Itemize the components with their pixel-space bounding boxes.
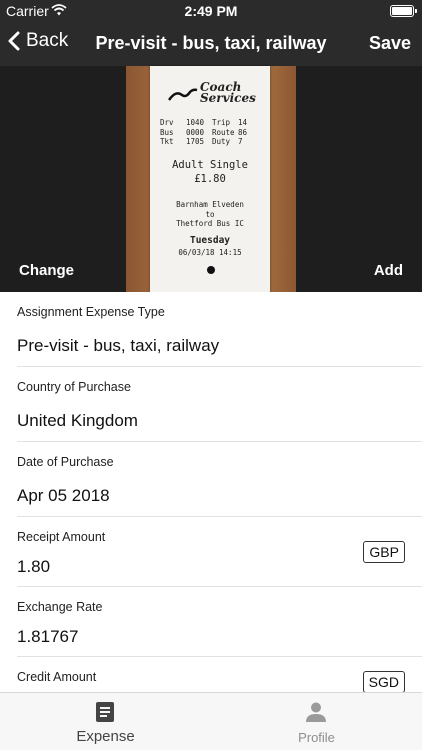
credit-amount-field[interactable]: Credit Amount SGD bbox=[17, 657, 422, 692]
field-label: Receipt Amount bbox=[17, 530, 106, 544]
tab-label: Profile bbox=[298, 730, 335, 745]
receipt-photo-area[interactable]: Coach Services Drv 1040 Trip 14 Bus 0000 Rout… bbox=[0, 66, 422, 292]
navigation-bar: Back Pre-visit - bus, taxi, railway Save bbox=[0, 22, 422, 66]
status-time: 2:49 PM bbox=[184, 3, 238, 19]
field-label: Exchange Rate bbox=[17, 600, 103, 614]
country-field[interactable]: Country of Purchase United Kingdom bbox=[17, 367, 422, 442]
field-label: Assignment Expense Type bbox=[17, 305, 165, 319]
expense-type-field[interactable]: Assignment Expense Type Pre-visit - bus,… bbox=[17, 292, 422, 367]
receipt-image[interactable]: Coach Services Drv 1040 Trip 14 Bus 0000 Rout… bbox=[150, 66, 270, 292]
receipt-day: Tuesday bbox=[189, 235, 231, 246]
field-value[interactable]: 1.80 bbox=[17, 557, 50, 577]
receipt-fare: Adult Single £1.80 bbox=[172, 159, 248, 185]
add-photo-button[interactable]: Add bbox=[374, 262, 403, 279]
coach-services-logo: Coach Services bbox=[168, 81, 258, 108]
field-label: Country of Purchase bbox=[17, 380, 131, 394]
tab-profile[interactable]: Profile bbox=[211, 693, 422, 750]
status-bar: Carrier 2:49 PM bbox=[0, 0, 422, 22]
save-button[interactable]: Save bbox=[369, 33, 411, 54]
receipt-ticket-details: Drv 1040 Trip 14 Bus 0000 Route 86 Tkt 1705 Duty… bbox=[160, 118, 248, 146]
currency-button[interactable]: GBP bbox=[363, 541, 405, 563]
tab-expense[interactable]: Expense bbox=[0, 693, 211, 750]
document-icon bbox=[94, 701, 116, 723]
receipt-route: Barnham Elveden to Thetford Bus IC bbox=[176, 200, 244, 228]
page-title: Pre-visit - bus, taxi, railway bbox=[95, 33, 327, 53]
field-value[interactable]: Pre-visit - bus, taxi, railway bbox=[17, 336, 219, 356]
field-value[interactable]: United Kingdom bbox=[17, 411, 138, 431]
field-value[interactable]: 1.81767 bbox=[17, 627, 78, 647]
expense-form: Assignment Expense Type Pre-visit - bus,… bbox=[0, 292, 422, 692]
person-icon bbox=[305, 701, 327, 723]
battery-icon bbox=[390, 5, 417, 17]
date-field[interactable]: Date of Purchase Apr 05 2018 bbox=[17, 442, 422, 517]
field-value[interactable]: Apr 05 2018 bbox=[17, 486, 110, 506]
receipt-amount-field[interactable]: Receipt Amount 1.80 GBP bbox=[17, 517, 422, 587]
receipt-datetime: 06/03/18 14:15 bbox=[178, 248, 242, 257]
page-indicator-dot bbox=[207, 266, 215, 274]
field-label: Date of Purchase bbox=[17, 455, 114, 469]
change-photo-button[interactable]: Change bbox=[19, 262, 74, 279]
currency-button[interactable]: SGD bbox=[362, 671, 405, 692]
field-label: Credit Amount bbox=[17, 670, 97, 684]
exchange-rate-field[interactable]: Exchange Rate 1.81767 bbox=[17, 587, 422, 657]
tab-label: Expense bbox=[76, 728, 135, 745]
tab-bar: Expense Profile bbox=[0, 692, 422, 750]
